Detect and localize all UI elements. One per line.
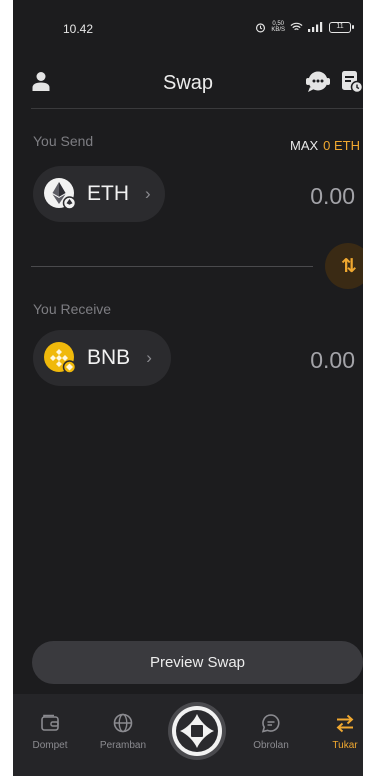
send-label: You Send [33, 133, 94, 149]
nav-label-peramban: Peramban [99, 740, 147, 751]
history-icon[interactable] [341, 70, 363, 94]
header-divider [31, 108, 363, 109]
chat-icon [261, 714, 280, 733]
globe-icon [113, 713, 133, 733]
receive-amount: 0.00 [310, 347, 355, 373]
header: Swap [13, 60, 363, 106]
bnb-icon [43, 341, 77, 375]
send-token-symbol: ETH [87, 182, 129, 205]
ethereum-icon [43, 177, 77, 211]
max-label[interactable]: MAX [290, 138, 318, 153]
center-logo-button[interactable] [168, 702, 226, 760]
section-divider [31, 266, 313, 267]
bottom-nav: Dompet Peramban Obrolan Tukar [13, 694, 363, 776]
nav-label-tukar: Tukar [332, 740, 358, 751]
nav-item-peramban[interactable]: Peramban [93, 712, 153, 751]
nav-label-obrolan: Obrolan [253, 740, 289, 751]
wallet-icon [41, 714, 59, 731]
nav-item-tukar[interactable]: Tukar [315, 712, 363, 751]
receive-token-symbol: BNB [87, 346, 131, 369]
max-balance[interactable]: MAX 0 ETH [290, 138, 360, 153]
net-speed: 0,50 KB/S [271, 21, 285, 33]
send-amount[interactable]: 0.00 [310, 183, 355, 210]
swap-direction-button[interactable]: ⇅ [325, 243, 363, 289]
nav-item-obrolan[interactable]: Obrolan [241, 712, 301, 751]
battery-icon: 11 [329, 21, 354, 33]
max-value: 0 ETH [323, 138, 360, 153]
net-speed-unit: KB/S [271, 27, 285, 33]
alarm-icon [256, 22, 266, 32]
nav-label-dompet: Dompet [32, 740, 68, 751]
preview-swap-button[interactable]: Preview Swap [32, 641, 363, 684]
support-chat-icon[interactable] [305, 70, 331, 94]
status-time: 10.42 [63, 22, 94, 36]
center-logo-icon [172, 706, 222, 756]
status-bar: 10.42 0,50 KB/S 11 [13, 0, 363, 42]
status-icons: 0,50 KB/S 11 [255, 21, 354, 33]
receive-token-selector[interactable]: BNB › [33, 330, 171, 386]
swap-direction-icon: ⇅ [341, 255, 357, 277]
swap-arrows-icon [336, 714, 354, 733]
chevron-right-icon: › [145, 184, 151, 203]
send-token-selector[interactable]: ETH › [33, 166, 165, 222]
receive-label: You Receive [33, 301, 112, 317]
signal-icon [308, 22, 323, 32]
swap-screen: 10.42 0,50 KB/S 11 Swap You Send MAX 0 E… [13, 0, 363, 776]
wifi-icon [290, 22, 303, 31]
nav-item-dompet[interactable]: Dompet [20, 712, 80, 751]
chevron-right-icon: › [146, 348, 152, 367]
